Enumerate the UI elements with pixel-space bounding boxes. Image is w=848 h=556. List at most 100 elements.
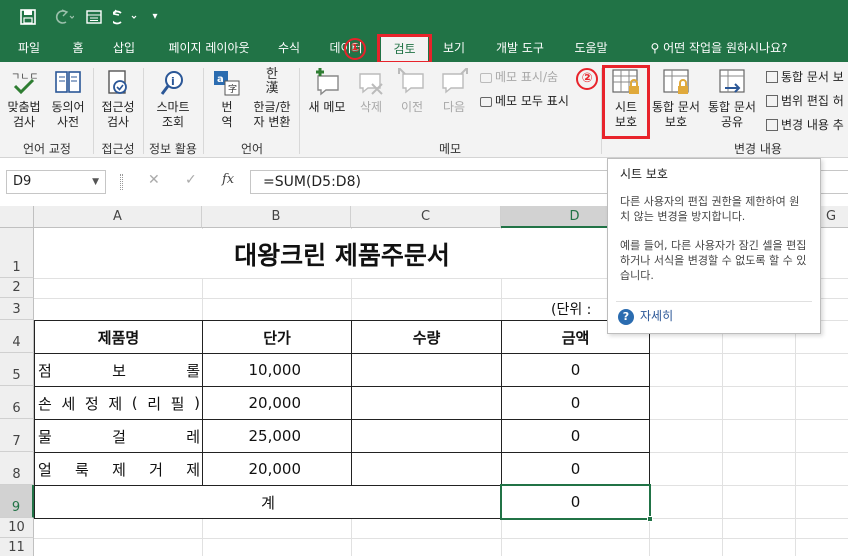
name-char: 손 — [38, 394, 52, 413]
chevron-down-icon: ▼ — [92, 177, 99, 187]
total-label[interactable]: 계 — [35, 486, 501, 518]
spell-check-icon: ㄱㄴㄷ — [11, 72, 39, 95]
comment-icon — [480, 73, 492, 83]
tell-me-more-link[interactable]: ? 자세히 — [618, 309, 673, 325]
row-header-8[interactable]: 8 — [0, 452, 34, 485]
protect-and-share-button[interactable]: 통합 문서 보 — [766, 68, 844, 86]
undo-icon[interactable] — [110, 6, 142, 28]
enter-icon[interactable]: ✓ — [185, 172, 197, 188]
smart-lookup-icon: i — [160, 71, 183, 95]
gridline — [34, 538, 848, 539]
row-header-4[interactable]: 4 — [0, 320, 34, 353]
row-header-9[interactable]: 9 — [0, 485, 34, 518]
name-char: 거 — [149, 460, 163, 479]
unit-price-cell[interactable]: 20,000 — [203, 453, 302, 485]
unit-price-cell[interactable]: 20,000 — [203, 387, 302, 419]
tab-developer[interactable]: 개발 도구 — [480, 34, 560, 62]
tell-me-search[interactable]: ⚲ 어떤 작업을 원하시나요? — [634, 34, 804, 62]
cancel-icon[interactable]: ✕ — [148, 172, 160, 188]
name-char: 레 — [186, 427, 200, 446]
next-comment-button[interactable]: 다음 — [436, 68, 472, 115]
row-number: 11 — [8, 540, 25, 555]
show-all-comments-button[interactable]: 메모 모두 표시 — [480, 92, 569, 110]
quantity-cell[interactable] — [352, 420, 501, 452]
quantity-cell[interactable] — [352, 354, 501, 386]
product-name-cell[interactable]: 점 보 롤 — [38, 354, 200, 386]
insert-function-button[interactable]: fx — [222, 172, 234, 187]
header-quantity[interactable]: 수량 — [352, 321, 501, 353]
show-all-comments-label: 메모 모두 표시 — [495, 94, 569, 108]
unit-price-cell[interactable]: 25,000 — [203, 420, 302, 452]
row-header-11[interactable]: 11 — [0, 538, 34, 556]
row-header-6[interactable]: 6 — [0, 386, 34, 419]
row-header-5[interactable]: 5 — [0, 353, 34, 386]
formula-bar-splitter[interactable] — [120, 174, 123, 190]
svg-text:字: 字 — [228, 83, 237, 95]
header-product-name[interactable]: 제품명 — [35, 321, 202, 353]
share-workbook-button[interactable]: 통합 문서 공유 — [704, 68, 760, 130]
track-changes-button[interactable]: 변경 내용 추 — [766, 116, 844, 134]
select-all-corner[interactable] — [0, 206, 34, 228]
row-header-3[interactable]: 3 — [0, 298, 34, 320]
product-name-cell[interactable]: 손 세 정 제 ( 리 필 ) — [38, 387, 200, 419]
row-header-10[interactable]: 10 — [0, 518, 34, 538]
protect-sheet-highlight — [602, 65, 650, 139]
name-char: ) — [194, 394, 200, 412]
next-label: 다음 — [442, 100, 466, 114]
row-number: 3 — [12, 302, 21, 317]
accessibility-icon — [108, 70, 127, 94]
tab-page-layout[interactable]: 페이지 레이아웃 — [154, 34, 264, 62]
accessibility-check-button[interactable]: 접근성 검사 — [96, 68, 140, 130]
tab-formulas[interactable]: 수식 — [266, 34, 312, 62]
header-unit-price[interactable]: 단가 — [203, 321, 351, 353]
column-header-b[interactable]: B — [202, 206, 351, 228]
amount-cell[interactable]: 0 — [502, 387, 649, 419]
column-header-c[interactable]: C — [351, 206, 501, 228]
new-comment-button[interactable]: 새 메모 — [304, 68, 350, 115]
form-icon[interactable] — [84, 6, 104, 28]
redo-icon[interactable] — [50, 6, 76, 28]
save-icon[interactable] — [18, 6, 38, 28]
protect-workbook-button[interactable]: 통합 문서 보호 — [650, 68, 702, 130]
product-name-cell[interactable]: 물 걸 레 — [38, 420, 200, 452]
smart-lookup-label: 스마트 조회 — [156, 100, 190, 129]
svg-text:i: i — [171, 75, 175, 88]
tab-insert[interactable]: 삽입 — [100, 34, 148, 62]
hangul-hanja-convert-button[interactable]: 한 漢 한글/한 자 변환 — [248, 68, 296, 130]
smart-lookup-button[interactable]: i 스마트 조회 — [148, 68, 198, 130]
allow-edit-ranges-button[interactable]: 범위 편집 허 — [766, 92, 844, 110]
product-name-cell[interactable]: 얼 룩 제 거 제 — [38, 453, 200, 485]
fill-handle[interactable] — [647, 516, 653, 522]
amount-cell[interactable]: 0 — [502, 453, 649, 485]
tab-home[interactable]: 홈 — [60, 34, 96, 62]
tab-file[interactable]: 파일 — [6, 34, 52, 62]
row-header-1[interactable]: 1 — [0, 228, 34, 278]
thesaurus-button[interactable]: 동의어 사전 — [46, 68, 90, 130]
quantity-cell[interactable] — [352, 387, 501, 419]
row-number: 9 — [11, 500, 21, 515]
show-hide-comment-button[interactable]: 메모 표시/숨 — [480, 68, 558, 86]
previous-comment-button[interactable]: 이전 — [394, 68, 430, 115]
quantity-cell[interactable] — [352, 453, 501, 485]
row-header-7[interactable]: 7 — [0, 419, 34, 452]
amount-cell[interactable]: 0 — [502, 354, 649, 386]
tooltip-title: 시트 보호 — [620, 167, 668, 181]
name-box[interactable]: D9 ▼ — [6, 170, 106, 194]
tab-help[interactable]: 도움말 — [562, 34, 620, 62]
group-accessibility: 접근성 — [101, 142, 135, 156]
unit-price-cell[interactable]: 10,000 — [203, 354, 302, 386]
amount-cell[interactable]: 0 — [502, 420, 649, 452]
name-char: 제 — [108, 394, 123, 413]
translate-icon: a字 — [214, 71, 240, 96]
translate-button[interactable]: a字 번 역 — [208, 68, 246, 130]
customize-qat-icon[interactable]: ▾ — [148, 6, 162, 28]
name-char: 롤 — [186, 361, 200, 380]
column-header-a[interactable]: A — [34, 206, 202, 228]
tab-view[interactable]: 보기 — [432, 34, 476, 62]
protect-workbook-label: 통합 문서 보호 — [652, 100, 700, 129]
row-header-2[interactable]: 2 — [0, 278, 34, 298]
spell-check-button[interactable]: ㄱㄴㄷ 맞춤법 검사 — [4, 68, 44, 130]
tell-me-more-label: 자세히 — [640, 309, 674, 323]
delete-comment-button[interactable]: 삭제 — [354, 68, 388, 115]
name-char: 리 — [147, 394, 162, 413]
